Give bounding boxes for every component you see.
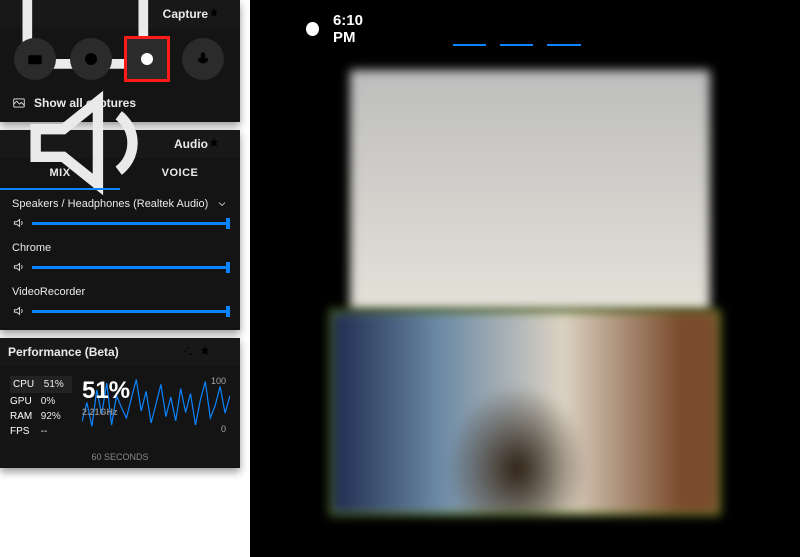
capture-widget-icon[interactable] xyxy=(500,12,533,46)
capture-header: Capture xyxy=(0,0,240,28)
close-icon[interactable] xyxy=(220,137,232,152)
performance-panel: Performance (Beta) CPU 51% GPU 0% xyxy=(0,338,240,468)
stat-value: 51% xyxy=(44,379,64,390)
audio-tabs: MIX VOICE xyxy=(0,158,240,190)
stat-label: GPU xyxy=(10,394,38,409)
tab-mix[interactable]: MIX xyxy=(0,158,120,190)
axis-lo: 0 xyxy=(221,424,226,434)
tab-voice[interactable]: VOICE xyxy=(120,158,240,190)
stat-value: 0% xyxy=(41,396,55,407)
audio-panel: Audio MIX VOICE Speakers / Headphones (R… xyxy=(0,130,240,330)
stat-label: CPU xyxy=(13,377,41,392)
mic-toggle-button[interactable] xyxy=(182,38,224,80)
volume-slider-chrome[interactable] xyxy=(32,266,228,269)
performance-title: Performance (Beta) xyxy=(8,345,178,359)
chevron-down-icon[interactable] xyxy=(216,198,228,210)
volume-slider-videorecorder[interactable] xyxy=(32,310,228,313)
app-label: VideoRecorder xyxy=(12,286,85,298)
volume-slider-main[interactable] xyxy=(32,222,228,225)
audio-widget-icon[interactable] xyxy=(453,12,486,46)
close-icon[interactable] xyxy=(220,7,232,22)
performance-widget-icon[interactable] xyxy=(547,12,580,46)
stat-label: RAM xyxy=(10,409,38,424)
stat-value: 92% xyxy=(41,411,61,422)
performance-header: Performance (Beta) xyxy=(0,338,240,366)
gamebar-topbar: 6:10 PM xyxy=(290,12,628,46)
volume-icon[interactable] xyxy=(12,216,26,230)
audio-app-chrome: Chrome xyxy=(0,234,240,278)
stat-label: FPS xyxy=(10,424,38,439)
device-label: Speakers / Headphones (Realtek Audio) xyxy=(12,198,208,210)
camera-tile-remote xyxy=(350,70,710,310)
camera-tile-self xyxy=(330,310,720,515)
menu-icon[interactable] xyxy=(405,12,438,46)
volume-icon[interactable] xyxy=(12,260,26,274)
perf-stats-list: CPU 51% GPU 0% RAM 92% FPS -- xyxy=(10,376,72,446)
clock-time: 6:10 PM xyxy=(333,12,391,46)
axis-hi: 100 xyxy=(211,376,226,386)
xbox-social-icon[interactable] xyxy=(595,12,628,46)
audio-title: Audio xyxy=(174,137,208,151)
xbox-icon[interactable] xyxy=(306,22,319,36)
settings-icon[interactable] xyxy=(178,345,196,360)
perf-footer: 60 SECONDS xyxy=(0,452,240,468)
capture-title: Capture xyxy=(163,7,208,21)
audio-app-videorecorder: VideoRecorder xyxy=(0,278,240,330)
pin-icon[interactable] xyxy=(196,345,214,360)
volume-icon[interactable] xyxy=(12,304,26,318)
perf-sub-value: 2.21GHz xyxy=(82,407,130,417)
stat-value: -- xyxy=(41,426,48,437)
audio-header: Audio xyxy=(0,130,240,158)
pin-icon[interactable] xyxy=(208,137,220,152)
pin-icon[interactable] xyxy=(208,7,220,22)
perf-big-value: 51% 2.21GHz xyxy=(82,377,130,417)
close-icon[interactable] xyxy=(214,345,232,360)
app-label: Chrome xyxy=(12,242,51,254)
